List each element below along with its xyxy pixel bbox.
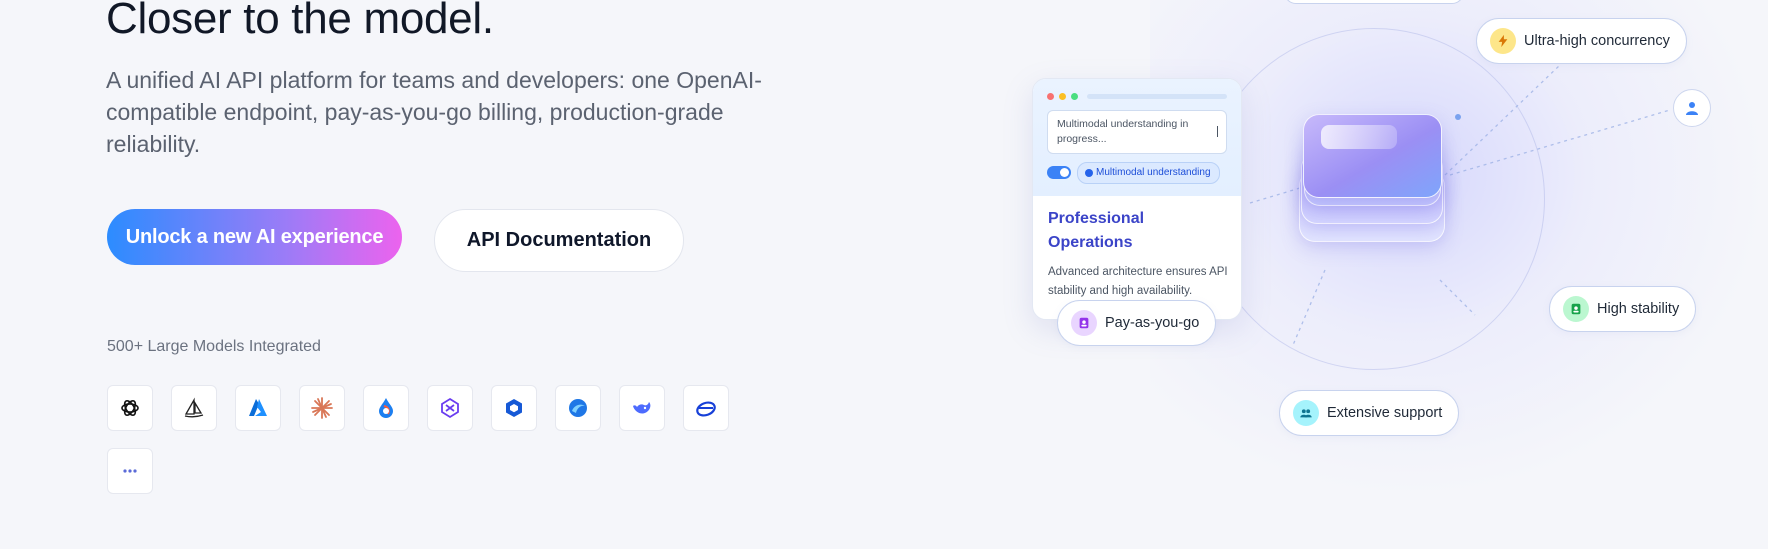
model-tile-swirl[interactable]: [555, 385, 601, 431]
stack-shine: [1321, 125, 1397, 149]
droplet-logo-icon: [379, 398, 393, 418]
window-close-dot: [1047, 93, 1054, 100]
multimodal-input-text: Multimodal understanding in progress...: [1057, 118, 1189, 145]
model-tile-claude[interactable]: [299, 385, 345, 431]
perplexity-logo-icon: [441, 397, 459, 419]
high-stability-label: High stability: [1597, 301, 1680, 317]
multimodal-input[interactable]: Multimodal understanding in progress...: [1047, 110, 1227, 154]
feature-pill-high-stability: High stability: [1549, 286, 1697, 332]
models-integrated-label: 500+ Large Models Integrated: [107, 338, 321, 355]
model-tile-deepseek[interactable]: [619, 385, 665, 431]
azure-logo-icon: [249, 399, 267, 416]
text-caret: [1217, 126, 1218, 137]
multimodal-chip[interactable]: Multimodal understanding: [1077, 162, 1220, 184]
lightning-icon: [1490, 28, 1516, 54]
professional-operations-card: Multimodal understanding in progress... …: [1032, 78, 1242, 320]
card-title: Professional Operations: [1048, 210, 1145, 251]
wallet-icon: [1071, 310, 1097, 336]
card-preview: Multimodal understanding in progress... …: [1033, 79, 1241, 196]
model-tile-openai[interactable]: [107, 385, 153, 431]
openai-logo-icon: [121, 399, 139, 417]
window-minimize-dot: [1059, 93, 1066, 100]
pay-as-you-go-label: Pay-as-you-go: [1105, 315, 1200, 331]
hero-subtitle: A unified AI API platform for teams and …: [106, 67, 762, 157]
feature-pill-cropped: [1284, 0, 1464, 4]
midjourney-logo-icon: [184, 397, 204, 418]
hexagon-logo-icon: [506, 399, 522, 417]
ring-logo-icon: [696, 401, 716, 417]
multimodal-chip-label: Multimodal understanding: [1096, 167, 1211, 178]
user-avatar-bubble: [1673, 89, 1711, 127]
hero-title: Closer to the model.: [106, 0, 494, 43]
stability-badge-icon: [1563, 296, 1589, 322]
unlock-ai-experience-button[interactable]: Unlock a new AI experience: [107, 209, 402, 265]
model-tile-ring[interactable]: [683, 385, 729, 431]
feature-pill-ultra-high-concurrency: Ultra-high concurrency: [1476, 18, 1687, 64]
swirl-logo-icon: [569, 399, 587, 417]
ultra-high-concurrency-label: Ultra-high concurrency: [1524, 33, 1670, 49]
model-tile-more[interactable]: [107, 448, 153, 494]
window-address-bar: [1087, 94, 1227, 99]
deepseek-logo-icon: [633, 402, 651, 414]
model-tile-perplexity[interactable]: [427, 385, 473, 431]
team-icon: [1293, 400, 1319, 426]
feature-pill-extensive-support: Extensive support: [1279, 390, 1460, 436]
model-tile-midjourney[interactable]: [171, 385, 217, 431]
chip-dot-icon: [1085, 169, 1093, 177]
multimodal-toggle[interactable]: [1047, 166, 1071, 179]
window-maximize-dot: [1071, 93, 1078, 100]
more-icon: [123, 469, 137, 473]
user-icon: [1686, 102, 1698, 115]
layered-stack-illustration: [1296, 112, 1446, 272]
model-tile-hexagon[interactable]: [491, 385, 537, 431]
model-tile-droplet[interactable]: [363, 385, 409, 431]
stack-layer-top: [1303, 114, 1442, 198]
api-documentation-button[interactable]: API Documentation: [434, 209, 684, 272]
card-description: Advanced architecture ensures API stabil…: [1048, 266, 1228, 297]
claude-logo-icon: [311, 397, 333, 419]
feature-pill-pay-as-you-go: Pay-as-you-go: [1057, 300, 1217, 346]
extensive-support-label: Extensive support: [1327, 405, 1443, 421]
model-tile-azure[interactable]: [235, 385, 281, 431]
